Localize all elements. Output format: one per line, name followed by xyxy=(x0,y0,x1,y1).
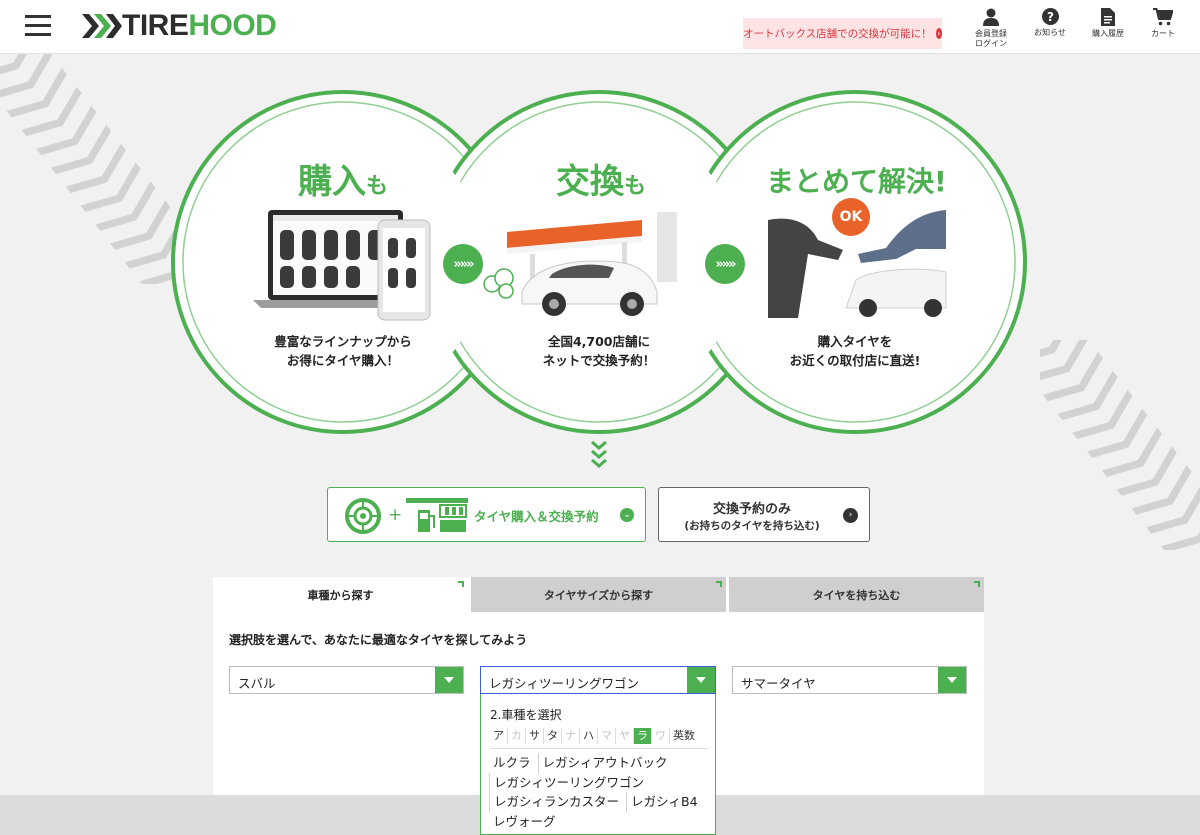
plus-icon: + xyxy=(388,505,403,525)
kana-filter-ma: マ xyxy=(598,728,616,744)
chevron-down-icon: ⌄ xyxy=(620,508,634,522)
purchase-and-exchange-button[interactable]: + タイヤ購入＆交換予約 ⌄ xyxy=(327,487,646,542)
maker-select-value: スバル xyxy=(238,676,276,691)
svg-text:?: ? xyxy=(1047,10,1054,24)
circle2-title: 交換も xyxy=(556,162,647,202)
model-dropdown-title: 2.車種を選択 xyxy=(490,708,562,722)
circle1-caption: 豊富なラインナップから お得にタイヤ購入！ xyxy=(274,334,412,368)
season-select[interactable]: サマータイヤ xyxy=(732,666,967,694)
logo-text: TIREHOOD xyxy=(122,9,277,42)
model-option[interactable]: レガシィアウトバック xyxy=(537,753,672,773)
kana-filter-sa[interactable]: サ xyxy=(526,728,544,744)
tab-corner-mark xyxy=(974,581,980,587)
search-instruction: 選択肢を選んで、あなたに最適なタイヤを探してみよう xyxy=(229,633,528,647)
tab-bring-own-tires[interactable]: タイヤを持ち込む xyxy=(729,577,984,612)
hero-arrow-2: »»» xyxy=(705,244,745,284)
exchange-only-sublabel: (お持ちのタイヤを持ち込む) xyxy=(684,520,820,532)
maker-select[interactable]: スバル xyxy=(229,666,464,694)
chevrons-down-icon xyxy=(591,440,607,468)
gas-station-icon xyxy=(406,498,468,532)
cart-icon xyxy=(1153,8,1173,26)
promo-text: オートバックス店舗での交換が可能に！ xyxy=(743,28,932,40)
circle1-title: 購入も xyxy=(298,162,389,202)
gas-station-car-illustration xyxy=(483,212,677,316)
model-option[interactable]: レガシィツーリングワゴン xyxy=(489,772,648,792)
site-header: TIREHOOD オートバックス店舗での交換が可能に！ › 会員登録 ログイン … xyxy=(0,0,1200,54)
kana-filter-a[interactable]: ア xyxy=(490,728,508,744)
tab-search-by-vehicle[interactable]: 車種から探す xyxy=(213,577,468,612)
laptop-and-phone-illustration xyxy=(253,210,431,321)
model-list: ルクラ レガシィアウトバック レガシィツーリングワゴン レガシィランカスター レガシ… xyxy=(489,753,711,831)
document-icon xyxy=(1101,8,1115,26)
dropdown-arrow-icon xyxy=(687,667,715,693)
hero-arrow-1: »»» xyxy=(443,244,483,284)
model-option[interactable]: ルクラ xyxy=(489,753,535,773)
ok-badge: OK xyxy=(832,198,870,236)
chevrons-right-icon: »»» xyxy=(453,256,474,272)
kana-filter-wa: ワ xyxy=(652,728,670,744)
exchange-only-button[interactable]: 交換予約のみ (お持ちのタイヤを持ち込む) › xyxy=(658,487,870,542)
kana-filter-na: ナ xyxy=(562,728,580,744)
dropdown-arrow-icon xyxy=(435,667,463,693)
nav-cart[interactable]: カート xyxy=(1135,8,1191,39)
model-option[interactable]: レガシィランカスター xyxy=(489,792,623,812)
model-select-value: レガシィツーリングワゴン xyxy=(489,676,640,691)
circle3-caption: 購入タイヤを お近くの取付店に直送! xyxy=(789,334,921,368)
nav-member-login[interactable]: 会員登録 ログイン xyxy=(963,8,1019,49)
circle2-caption: 全国4,700店舗に ネットで交換予約！ xyxy=(542,334,656,368)
chevrons-right-icon: »»» xyxy=(715,256,736,272)
dropdown-divider xyxy=(490,748,708,749)
exchange-only-label: 交換予約のみ xyxy=(712,502,791,517)
kana-filter-ha[interactable]: ハ xyxy=(580,728,598,744)
model-option[interactable]: レヴォーグ xyxy=(489,812,560,832)
kana-filter-ka: カ xyxy=(508,728,526,744)
kana-filter-ta[interactable]: タ xyxy=(544,728,562,744)
tab-corner-mark xyxy=(458,581,464,587)
autobacks-promo-banner[interactable]: オートバックス店舗での交換が可能に！ › xyxy=(743,18,942,49)
nav-member-login-label: 会員登録 ログイン xyxy=(975,29,1007,48)
kana-filter-alnum[interactable]: 英数 xyxy=(670,728,698,744)
purchase-and-exchange-label: タイヤ購入＆交換予約 xyxy=(474,509,599,524)
kana-filter-ya: ヤ xyxy=(616,728,634,744)
nav-purchase-history[interactable]: 購入履歴 xyxy=(1080,8,1136,39)
tire-track-left xyxy=(0,54,180,284)
dropdown-arrow-icon xyxy=(938,667,966,693)
tab-corner-mark xyxy=(716,581,722,587)
tire-wheel-icon xyxy=(345,498,381,534)
logo-chevrons-icon xyxy=(82,14,122,38)
kana-filter-row: ア カ サ タ ナ ハ マ ヤ ラ ワ 英数 xyxy=(490,728,698,744)
nav-notices[interactable]: ? お知らせ xyxy=(1022,8,1078,38)
model-select[interactable]: レガシィツーリングワゴン xyxy=(480,666,716,694)
hamburger-menu-icon[interactable] xyxy=(25,14,51,38)
model-option[interactable]: レガシィB4 xyxy=(626,792,702,812)
tirehood-logo[interactable]: TIREHOOD xyxy=(82,9,277,42)
user-icon xyxy=(983,8,999,26)
season-select-value: サマータイヤ xyxy=(741,676,816,691)
kana-filter-ra[interactable]: ラ xyxy=(634,728,652,744)
tire-track-right xyxy=(1040,340,1200,550)
chevron-right-icon: › xyxy=(843,508,858,523)
circle3-title: まとめて解決! xyxy=(766,165,947,198)
nav-notices-label: お知らせ xyxy=(1034,28,1066,37)
tab-search-by-tire-size[interactable]: タイヤサイズから探す xyxy=(471,577,726,612)
nav-cart-label: カート xyxy=(1151,29,1175,38)
hero-section: 購入も 豊富なラインナップから お得にタイヤ購入！ »»» 交換も 全国4,70… xyxy=(170,90,1030,440)
question-icon: ? xyxy=(1041,8,1059,25)
nav-purchase-history-label: 購入履歴 xyxy=(1092,29,1124,38)
chevron-right-icon: › xyxy=(935,28,942,39)
model-dropdown: 2.車種を選択 ア カ サ タ ナ ハ マ ヤ ラ ワ 英数 ルクラ レガシィアウ… xyxy=(480,694,716,835)
